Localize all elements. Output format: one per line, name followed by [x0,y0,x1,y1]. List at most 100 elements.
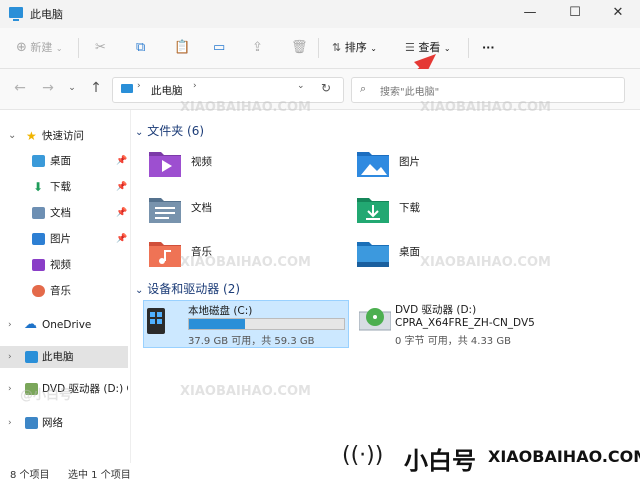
title-bar: 此电脑 — ☐ ✕ [0,0,640,28]
downloads-folder-icon [357,198,389,223]
sidebar-item-label: 视频 [50,259,71,271]
sidebar-item-desktop[interactable]: 桌面 📌 [0,150,128,172]
sidebar-item-documents[interactable]: 文档 📌 [0,202,128,224]
drive-c-tile[interactable]: 本地磁盘 (C:) 37.9 GB 可用，共 59.3 GB [143,300,349,348]
chevron-right-icon: › [8,384,12,394]
watermark-text: XIAOBAIHAO.COM [180,384,311,399]
watermark-text: XIAOBAIHAO.COM [180,100,311,115]
chevron-right-icon: › [8,352,12,362]
folder-documents[interactable]: 文档 [147,192,347,232]
pictures-icon [32,233,45,245]
folder-name: 视频 [191,156,212,168]
folder-name: 桌面 [399,246,420,258]
sidebar-item-label: OneDrive [42,319,92,331]
group-label: 设备和驱动器 (2) [147,282,241,296]
window-title: 此电脑 [30,8,63,21]
sidebar-item-label: 音乐 [50,285,71,297]
sidebar-item-quick-access[interactable]: ⌄ ★ 快速访问 [0,125,128,147]
chevron-right-icon: › [8,320,12,330]
this-pc-icon [25,351,38,363]
music-icon [32,285,45,297]
videos-folder-icon [149,152,181,177]
chevron-right-icon: › [137,81,141,91]
pin-icon: 📌 [116,234,128,244]
content-pane: ⌄ 文件夹 (6) 视频 图片 文档 下载 音乐 桌面 ⌄ 设备和驱动器 (2)… [131,110,640,463]
videos-icon [32,259,45,271]
watermark-text: XIAOBAIHAO.COM [420,255,551,270]
drive-d-tile[interactable]: DVD 驱动器 (D:) CPRA_X64FRE_ZH-CN_DV5 0 字节 … [355,300,585,347]
copy-icon[interactable]: ⧉ [136,38,145,58]
paste-icon[interactable]: 📋 [174,38,190,58]
chevron-down-icon: ⌄ [135,127,144,138]
refresh-icon[interactable]: ↻ [321,81,331,95]
recent-chevron-icon[interactable]: ⌄ [64,80,80,96]
new-label: 新建 [30,41,53,54]
breadcrumb[interactable]: 此电脑 [151,83,183,98]
sidebar-item-pictures[interactable]: 图片 📌 [0,228,128,250]
sidebar-item-videos[interactable]: 视频 [0,254,128,276]
close-button[interactable]: ✕ [596,0,640,26]
search-placeholder: 搜索"此电脑" [380,87,440,98]
folders-group-header[interactable]: ⌄ 文件夹 (6) [135,122,204,139]
sidebar-item-label: 桌面 [50,155,71,167]
divider [318,38,319,58]
download-icon: ⬇ [33,180,44,194]
chevron-down-icon[interactable]: ⌄ [297,81,305,91]
pin-icon: 📌 [116,208,128,218]
music-folder-icon [149,242,181,267]
drive-space: 37.9 GB 可用，共 59.3 GB [188,336,315,347]
sidebar-item-label: 此电脑 [42,351,74,363]
group-label: 文件夹 (6) [147,124,205,138]
watermark-text: XIAOBAIHAO.COM [180,255,311,270]
folder-videos[interactable]: 视频 [147,146,347,186]
folder-name: 图片 [399,156,420,168]
divider [468,38,469,58]
dvd-drive-icon [359,308,391,331]
delete-icon[interactable]: 🗑 [291,38,308,58]
chevron-right-icon: › [8,418,12,428]
desktop-icon [32,155,45,167]
chevron-down-icon: ⌄ [8,130,17,141]
maximize-button[interactable]: ☐ [553,0,597,26]
brand-text-en: XIAOBAIHAO.COM [488,447,640,466]
network-icon [25,417,38,429]
desktop-folder-icon [357,242,389,267]
sidebar-item-network[interactable]: › 网络 [0,412,128,434]
cloud-icon: ☁ [24,317,37,332]
this-pc-icon [9,7,23,21]
sidebar-item-downloads[interactable]: ⬇ 下载 📌 [0,176,128,198]
drive-name: DVD 驱动器 (D:) [395,304,477,316]
documents-icon [32,207,45,219]
new-button[interactable]: ⊕ 新建 ⌄ [16,38,63,58]
watermark-text: @小白号 [20,388,73,403]
forward-arrow-icon[interactable]: → [40,80,56,96]
windows-drive-icon [147,308,165,334]
chevron-down-icon: ⌄ [135,285,144,296]
sidebar-item-music[interactable]: 音乐 [0,280,128,302]
status-selected: 选中 1 个项目 [68,470,131,481]
more-options-button[interactable]: ··· [482,38,495,58]
this-pc-icon [121,84,133,93]
drive-usage-bar [188,318,345,330]
folder-pictures[interactable]: 图片 [355,146,555,186]
folder-downloads[interactable]: 下载 [355,192,555,232]
sidebar-item-this-pc[interactable]: › 此电脑 [0,346,128,368]
sidebar-item-label: 文档 [50,207,71,219]
rename-icon[interactable]: ▭ [213,38,225,58]
drive-label: CPRA_X64FRE_ZH-CN_DV5 [395,317,535,329]
minimize-button[interactable]: — [508,0,552,26]
sidebar-item-onedrive[interactable]: › ☁ OneDrive [0,314,128,336]
sidebar-item-label: 快速访问 [42,130,84,142]
chevron-right-icon: › [193,81,197,91]
cut-icon[interactable]: ✂ [95,38,106,58]
devices-group-header[interactable]: ⌄ 设备和驱动器 (2) [135,280,240,297]
folder-name: 文档 [191,202,212,214]
back-arrow-icon[interactable]: ← [12,80,28,96]
drive-name: 本地磁盘 (C:) [188,305,253,317]
share-icon[interactable]: ⇪ [252,38,263,58]
documents-folder-icon [149,198,181,223]
status-item-count: 8 个项目 [10,470,50,481]
up-arrow-icon[interactable]: ↑ [88,80,104,96]
pin-icon: 📌 [116,182,128,192]
pictures-folder-icon [357,152,389,177]
